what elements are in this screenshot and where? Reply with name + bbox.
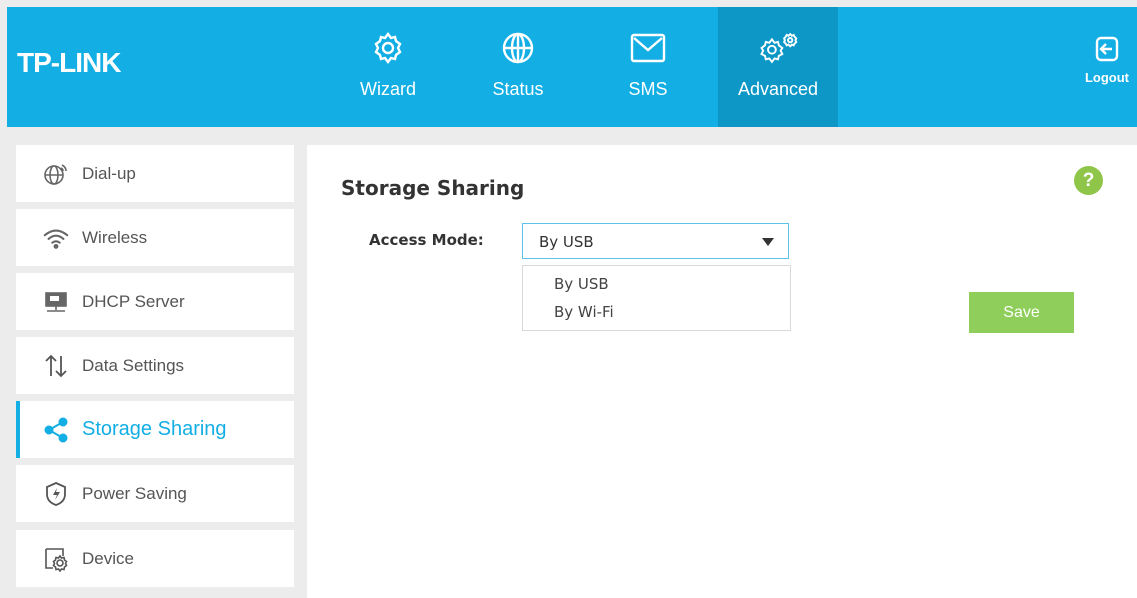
nav-status-label: Status bbox=[492, 79, 544, 99]
logout-icon bbox=[1094, 36, 1120, 67]
power-saving-icon bbox=[42, 480, 70, 508]
sidebar-item-label: Power Saving bbox=[82, 483, 187, 503]
sidebar-item-power-saving[interactable]: Power Saving bbox=[16, 465, 294, 522]
access-mode-value: By USB bbox=[539, 233, 594, 251]
sidebar-item-device[interactable]: Device bbox=[16, 530, 294, 587]
app-frame: TP-LINK Wizard Status SMS Advanced Logou… bbox=[7, 7, 1137, 598]
globe-signal-icon bbox=[42, 160, 70, 188]
option-by-wifi[interactable]: By Wi-Fi bbox=[554, 303, 614, 321]
sidebar-item-dhcp-server[interactable]: DHCP Server bbox=[16, 273, 294, 330]
access-mode-dropdown: By USB By Wi-Fi bbox=[522, 265, 791, 331]
globe-icon bbox=[498, 29, 538, 67]
sidebar-item-label: Storage Sharing bbox=[82, 418, 227, 440]
logout-label: Logout bbox=[1084, 70, 1130, 85]
access-mode-label: Access Mode: bbox=[369, 231, 484, 249]
sidebar-item-label: DHCP Server bbox=[82, 291, 185, 311]
sidebar-item-label: Dial-up bbox=[82, 163, 136, 183]
device-settings-icon bbox=[42, 545, 70, 573]
page-title: Storage Sharing bbox=[341, 176, 525, 200]
top-header: TP-LINK Wizard Status SMS Advanced Logou… bbox=[7, 7, 1137, 127]
up-down-arrows-icon bbox=[42, 352, 70, 380]
help-icon[interactable]: ? bbox=[1074, 166, 1103, 195]
access-mode-select[interactable]: By USB bbox=[522, 223, 789, 259]
option-by-usb[interactable]: By USB bbox=[554, 275, 609, 293]
sidebar-item-data-settings[interactable]: Data Settings bbox=[16, 337, 294, 394]
main-panel: Storage Sharing ? Access Mode: By USB By… bbox=[307, 145, 1137, 598]
gears-icon bbox=[758, 29, 798, 67]
nav-sms-label: SMS bbox=[628, 79, 668, 99]
gear-icon bbox=[368, 29, 408, 67]
nav-wizard-label: Wizard bbox=[359, 79, 416, 99]
logout-button[interactable]: Logout bbox=[1082, 35, 1132, 85]
sidebar-item-label: Wireless bbox=[82, 227, 148, 247]
sidebar-item-label: Data Settings bbox=[82, 355, 185, 375]
envelope-icon bbox=[628, 29, 668, 67]
nav-wizard[interactable]: Wizard bbox=[328, 7, 448, 127]
nav-status[interactable]: Status bbox=[458, 7, 578, 127]
sidebar-item-wireless[interactable]: Wireless bbox=[16, 209, 294, 266]
nav-advanced-label: Advanced bbox=[737, 79, 819, 99]
nav-sms[interactable]: SMS bbox=[588, 7, 708, 127]
save-button[interactable]: Save bbox=[969, 292, 1074, 333]
brand-logo: TP-LINK bbox=[17, 47, 121, 78]
sidebar-item-storage-sharing[interactable]: Storage Sharing bbox=[16, 401, 294, 458]
nav-advanced[interactable]: Advanced bbox=[718, 7, 838, 127]
sidebar-item-dial-up[interactable]: Dial-up bbox=[16, 145, 294, 202]
wifi-icon bbox=[42, 224, 70, 252]
sidebar-item-label: Device bbox=[82, 548, 134, 568]
server-icon bbox=[42, 288, 70, 316]
share-icon bbox=[42, 416, 70, 444]
caret-down-icon bbox=[762, 238, 774, 246]
